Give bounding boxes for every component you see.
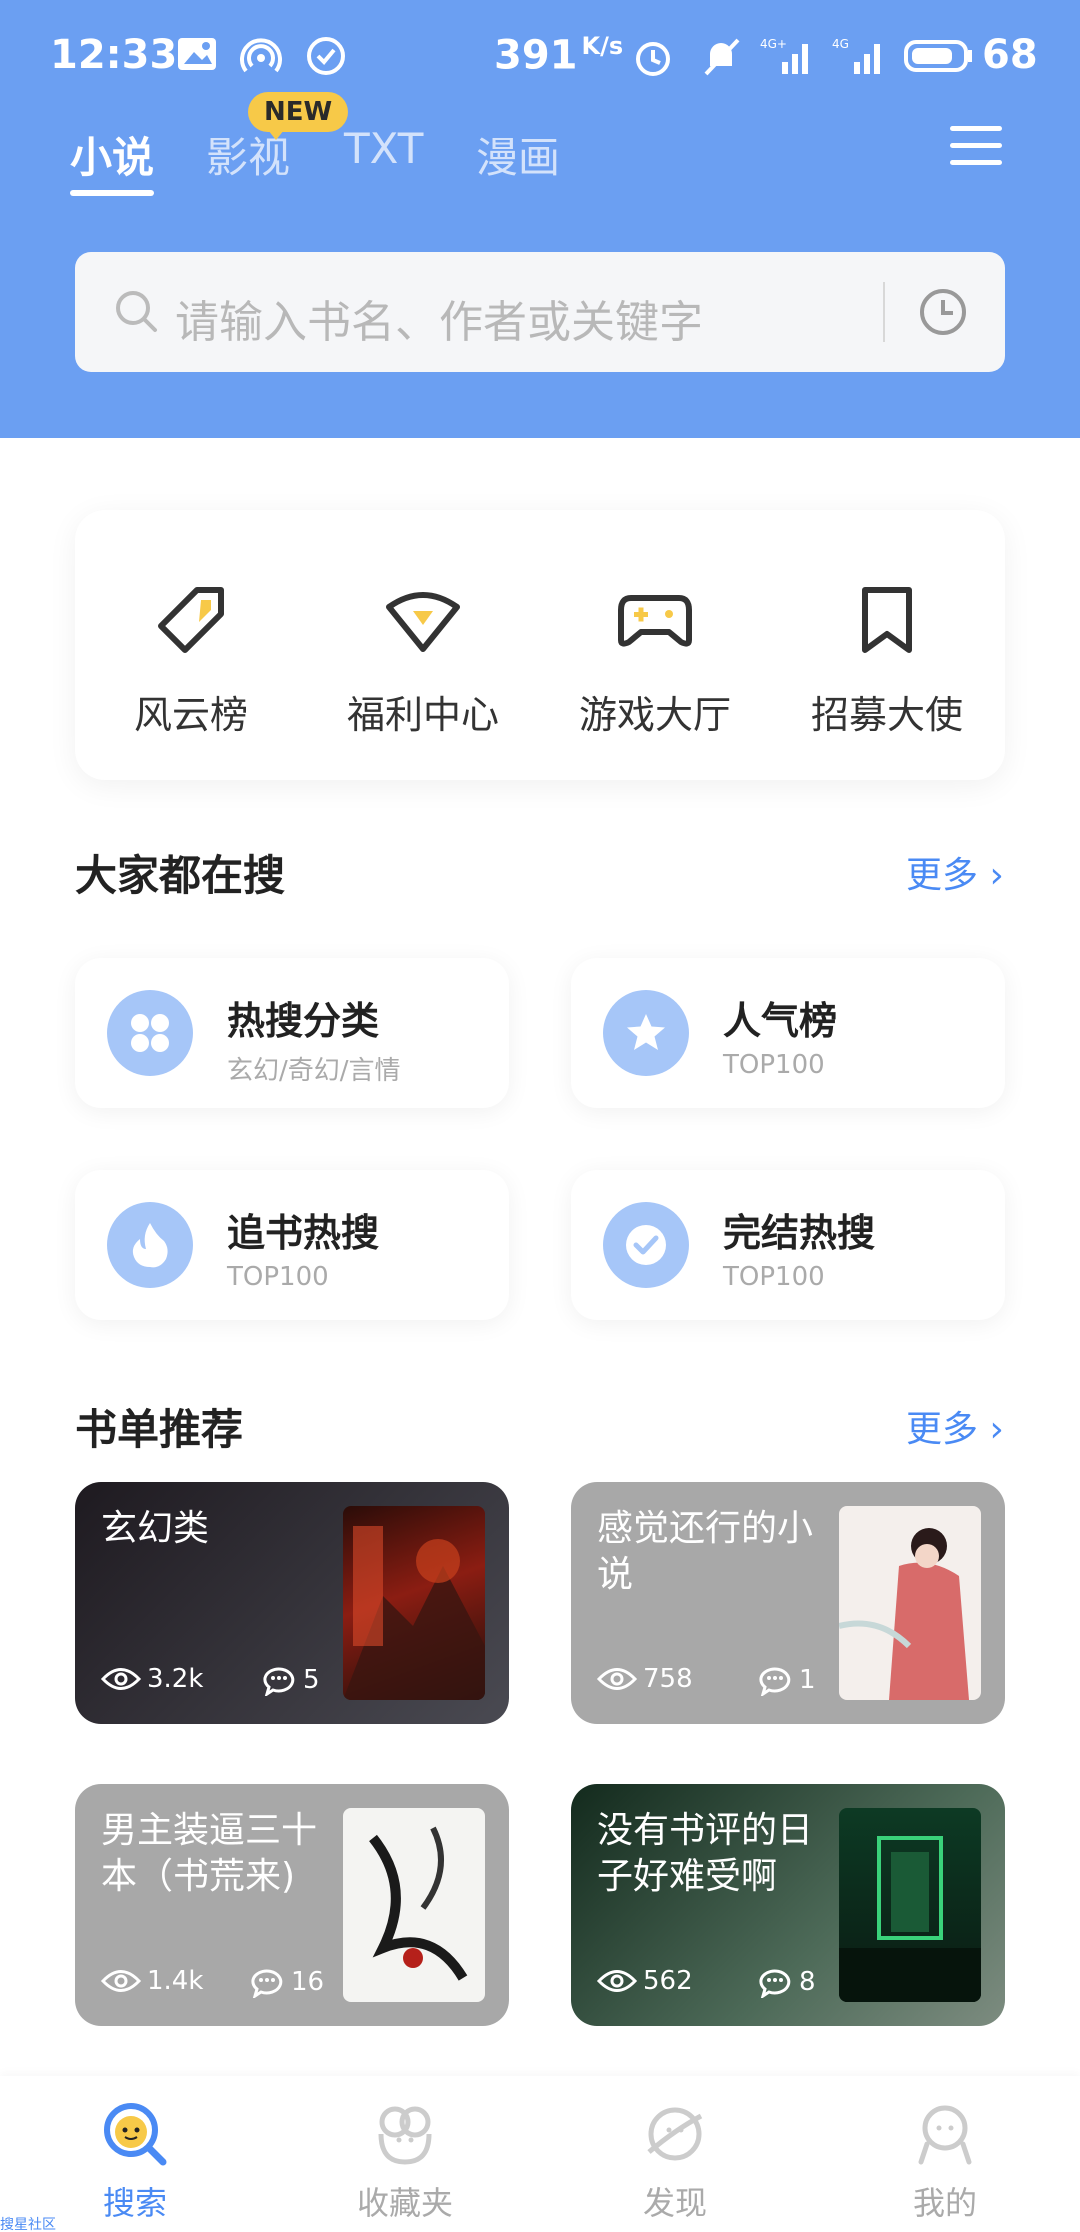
image-icon — [176, 36, 218, 76]
views-count: 1.4k — [101, 1966, 203, 1996]
tag-icon — [75, 580, 307, 660]
nav-profile[interactable]: 我的 — [810, 2100, 1080, 2224]
status-time: 12:33 — [50, 32, 178, 78]
eye-icon — [101, 1668, 141, 1690]
mute-icon — [700, 36, 742, 82]
hot-category-card[interactable]: 热搜分类 玄幻/奇幻/言情 — [75, 958, 509, 1108]
eye-icon — [101, 1970, 141, 1992]
signal-icon-1: 4G+ — [760, 36, 814, 80]
star-icon — [603, 990, 689, 1076]
quick-link-welfare[interactable]: 福利中心 — [307, 580, 539, 739]
history-icon[interactable] — [917, 286, 969, 342]
search-box[interactable]: 请输入书名、作者或关键字 — [75, 252, 1005, 372]
svg-text:4G+: 4G+ — [760, 37, 787, 51]
popularity-ranking-card[interactable]: 人气榜 TOP100 — [571, 958, 1005, 1108]
eye-icon — [597, 1970, 637, 1992]
signal-icon-2: 4G — [832, 36, 886, 80]
quick-links-card: 风云榜 福利中心 游戏大厅 招募大使 — [75, 510, 1005, 780]
views-count: 562 — [597, 1966, 693, 1996]
finished-hot-card[interactable]: 完结热搜 TOP100 — [571, 1170, 1005, 1320]
views-count: 758 — [597, 1664, 693, 1694]
favorites-icon — [270, 2100, 540, 2168]
bottom-navigation: 搜索 收藏夹 发现 我的 — [0, 2076, 1080, 2232]
booklist-card[interactable]: 玄幻类 3.2k 5 — [75, 1482, 509, 1724]
booklist-more-link[interactable]: 更多 › — [906, 1400, 1004, 1452]
comment-icon — [759, 1969, 791, 1998]
alarm-icon — [632, 36, 674, 82]
watermark-logo: 搜星社区 — [0, 2217, 56, 2232]
following-hot-card[interactable]: 追书热搜 TOP100 — [75, 1170, 509, 1320]
quick-link-game[interactable]: 游戏大厅 — [539, 580, 771, 739]
new-badge: NEW — [248, 92, 349, 140]
comments-count: 5 — [261, 1664, 320, 1696]
book-cover-image — [839, 1506, 981, 1700]
comments-count: 16 — [249, 1966, 324, 1998]
planet-icon — [540, 2100, 810, 2168]
comment-icon — [263, 1667, 295, 1696]
tab-active-indicator — [70, 190, 154, 196]
nav-search[interactable]: 搜索 — [0, 2100, 270, 2224]
network-speed: 391 K/s — [494, 32, 624, 79]
popular-more-link[interactable]: 更多 › — [906, 846, 1004, 898]
battery-icon — [904, 36, 974, 80]
comment-icon — [759, 1667, 791, 1696]
views-count: 3.2k — [101, 1664, 203, 1694]
grid-icon — [107, 990, 193, 1076]
battery-level: 68 — [982, 32, 1038, 78]
profile-icon — [810, 2100, 1080, 2168]
search-mascot-icon — [0, 2100, 270, 2168]
gamepad-icon — [539, 580, 771, 660]
status-bar: 12:33 391 K/s 4G+ 4G 68 — [0, 28, 1080, 88]
tab-txt[interactable]: TXT — [344, 124, 423, 173]
search-input[interactable]: 请输入书名、作者或关键字 — [175, 286, 703, 350]
book-cover-image — [839, 1808, 981, 2002]
search-icon — [113, 288, 159, 338]
booklist-card[interactable]: 男主装逼三十本（书荒来) 1.4k 16 — [75, 1784, 509, 2026]
bookmark-icon — [771, 580, 1003, 660]
book-cover-image — [343, 1808, 485, 2002]
comments-count: 1 — [757, 1664, 816, 1696]
comment-icon — [251, 1969, 283, 1998]
menu-icon[interactable] — [950, 126, 1002, 166]
book-cover-image — [343, 1506, 485, 1700]
svg-text:4G: 4G — [832, 37, 849, 51]
check-icon — [603, 1202, 689, 1288]
booklist-card[interactable]: 没有书评的日子好难受啊 562 8 — [571, 1784, 1005, 2026]
booklist-section-title: 书单推荐 — [75, 1405, 244, 1454]
comments-count: 8 — [757, 1966, 816, 1998]
hotspot-icon — [240, 36, 282, 82]
popular-section-title: 大家都在搜 — [75, 851, 286, 900]
search-divider — [883, 282, 885, 342]
eye-icon — [597, 1668, 637, 1690]
gift-icon — [307, 580, 539, 660]
nav-discover[interactable]: 发现 — [540, 2100, 810, 2224]
booklist-card[interactable]: 感觉还行的小说 758 1 — [571, 1482, 1005, 1724]
flame-icon — [107, 1202, 193, 1288]
quick-link-ranking[interactable]: 风云榜 — [75, 580, 307, 739]
tab-comic[interactable]: 漫画 — [476, 124, 560, 185]
tab-novel[interactable]: 小说 — [70, 124, 154, 185]
quick-link-ambassador[interactable]: 招募大使 — [771, 580, 1003, 739]
check-circle-icon — [306, 36, 346, 80]
nav-favorites[interactable]: 收藏夹 — [270, 2100, 540, 2224]
